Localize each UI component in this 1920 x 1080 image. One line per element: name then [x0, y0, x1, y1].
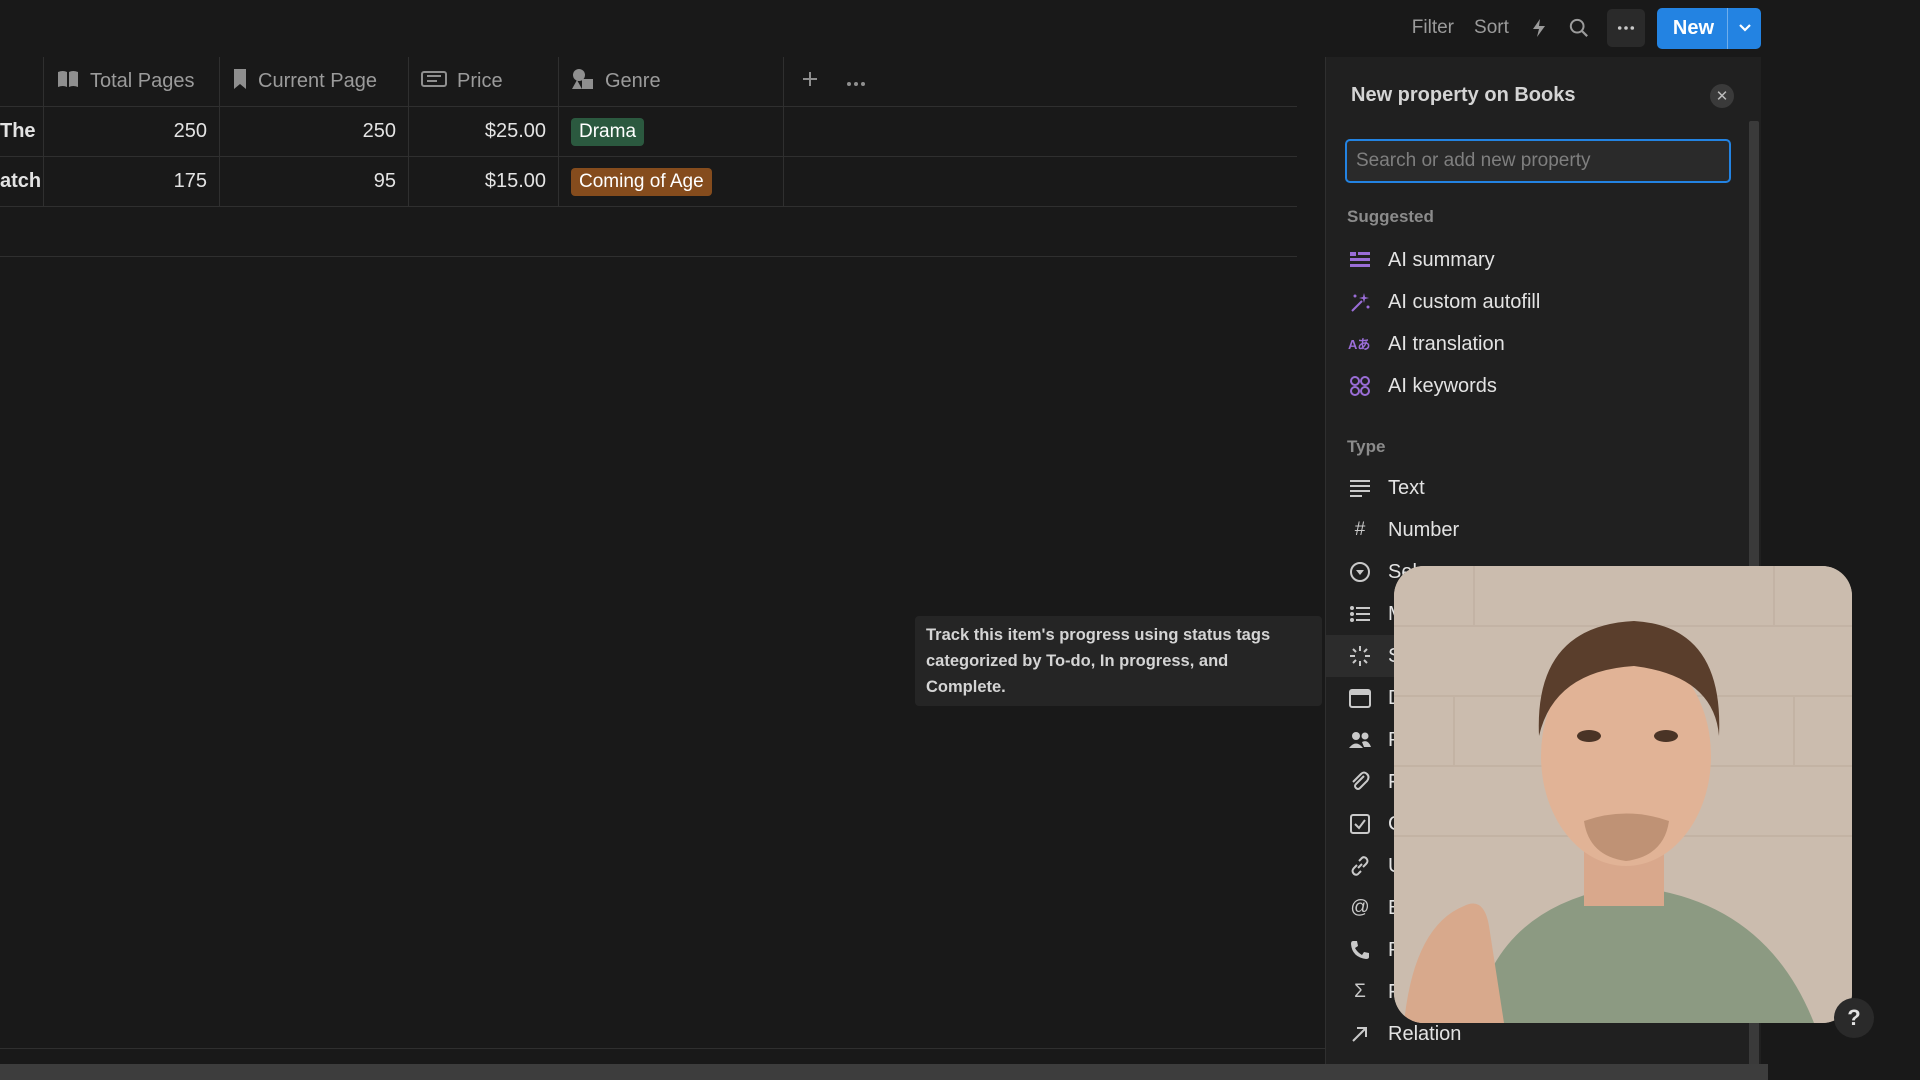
property-type-label: Relation [1388, 1022, 1462, 1045]
header-actions [784, 57, 1297, 106]
price-cell[interactable]: $15.00 [409, 157, 559, 206]
column-header-genre[interactable]: Genre [559, 57, 784, 106]
book-title-cell[interactable]: The [0, 107, 44, 156]
column-label: Genre [605, 70, 661, 92]
total-pages-cell[interactable]: 175 [44, 157, 220, 206]
suggested-heading: Suggested [1347, 207, 1434, 226]
presenter-video-image [1394, 566, 1852, 1023]
property-type-label: Text [1388, 476, 1425, 499]
status-icon [1348, 644, 1372, 668]
list-icon [1348, 602, 1372, 626]
database-toolbar: Filter Sort New [1402, 7, 1761, 49]
property-option-label: AI keywords [1388, 374, 1497, 397]
add-column-plus-icon[interactable] [802, 70, 818, 93]
more-options-icon[interactable] [1606, 9, 1645, 47]
phone-icon [1348, 938, 1372, 962]
property-search-input[interactable] [1345, 139, 1731, 183]
new-button[interactable]: New [1657, 8, 1727, 49]
empty-cell [784, 157, 1297, 206]
total-pages-cell[interactable]: 250 [44, 107, 220, 156]
svg-text:Aあ: Aあ [1348, 337, 1370, 352]
table-row[interactable]: The 250 250 $25.00 Drama [0, 107, 1297, 157]
at-icon: @ [1350, 897, 1370, 918]
column-label: Price [457, 70, 503, 92]
empty-cell [784, 107, 1297, 156]
book-title-cell[interactable]: atch [0, 157, 44, 206]
column-header-price[interactable]: Price [409, 57, 559, 106]
close-icon[interactable]: ✕ [1710, 84, 1734, 108]
price-cell[interactable]: $25.00 [409, 107, 559, 156]
column-more-icon[interactable] [846, 70, 866, 93]
divider [0, 1048, 1325, 1049]
translation-icon: Aあ [1348, 332, 1372, 356]
help-button[interactable]: ? [1834, 998, 1874, 1038]
property-option-ai-custom-autofill[interactable]: AI custom autofill [1326, 281, 1746, 323]
property-type-number[interactable]: # Number [1326, 509, 1746, 551]
property-type-label: Number [1388, 518, 1460, 541]
filter-button[interactable]: Filter [1402, 8, 1464, 48]
property-option-label: AI translation [1388, 332, 1505, 355]
genre-cell[interactable]: Coming of Age [559, 157, 784, 206]
text-icon [1348, 476, 1372, 500]
sparkle-icon [1348, 290, 1372, 314]
search-icon[interactable] [1559, 8, 1599, 48]
table-row[interactable]: atch 175 95 $15.00 Coming of Age [0, 157, 1297, 207]
new-row-area[interactable] [0, 207, 1297, 257]
calendar-icon [1348, 686, 1372, 710]
sort-button[interactable]: Sort [1464, 8, 1519, 48]
keywords-icon [1348, 374, 1372, 398]
genre-tag: Coming of Age [571, 167, 712, 196]
ticket-icon [421, 70, 447, 94]
property-option-label: AI summary [1388, 248, 1495, 271]
current-page-cell[interactable]: 95 [220, 157, 409, 206]
link-icon [1348, 854, 1372, 878]
column-header-current-page[interactable]: Current Page [220, 57, 409, 106]
ai-summary-icon [1348, 248, 1372, 272]
column-header-total-pages[interactable]: Total Pages [44, 57, 220, 106]
chevron-down-icon[interactable] [1727, 7, 1761, 49]
property-type-text[interactable]: Text [1326, 467, 1746, 509]
book-icon [56, 69, 80, 95]
type-heading: Type [1347, 437, 1386, 456]
property-option-ai-translation[interactable]: Aあ AI translation [1326, 323, 1746, 365]
sigma-icon: Σ [1354, 981, 1366, 1002]
automation-lightning-icon[interactable] [1519, 8, 1559, 48]
select-icon [1348, 560, 1372, 584]
books-table: Total Pages Current Page Price Genre The… [0, 57, 1297, 257]
table-header-row: Total Pages Current Page Price Genre [0, 57, 1297, 107]
panel-title: New property on Books [1351, 84, 1576, 106]
current-page-cell[interactable]: 250 [220, 107, 409, 156]
genre-cell[interactable]: Drama [559, 107, 784, 156]
hash-icon: # [1354, 519, 1366, 540]
people-icon [1348, 728, 1372, 752]
shapes-icon [571, 68, 595, 96]
webcam-overlay [1394, 566, 1852, 1023]
column-label: Total Pages [90, 70, 195, 92]
new-button-group: New [1656, 7, 1761, 49]
bookmark-icon [232, 68, 248, 96]
column-label: Current Page [258, 70, 377, 92]
arrow-up-right-icon [1348, 1022, 1372, 1046]
property-option-label: AI custom autofill [1388, 290, 1541, 313]
genre-tag: Drama [571, 117, 645, 146]
paperclip-icon [1348, 770, 1372, 794]
checkbox-icon [1348, 812, 1372, 836]
title-column-header[interactable] [0, 57, 44, 106]
property-option-ai-keywords[interactable]: AI keywords [1326, 365, 1746, 407]
status-tooltip: Track this item's progress using status … [915, 616, 1322, 706]
property-option-ai-summary[interactable]: AI summary [1326, 239, 1746, 281]
horizontal-scrollbar[interactable] [0, 1064, 1768, 1080]
